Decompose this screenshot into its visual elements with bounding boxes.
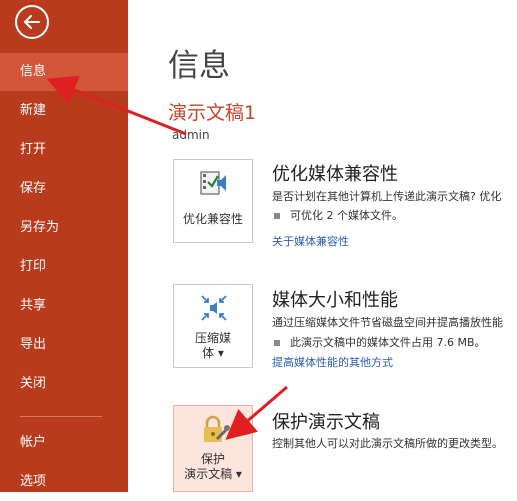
nav-item-export[interactable]: 导出 [0, 326, 128, 364]
nav-item-close[interactable]: 关闭 [0, 365, 128, 403]
compat-link[interactable]: 关于媒体兼容性 [272, 233, 349, 249]
nav-item-save-as[interactable]: 另存为 [0, 209, 128, 247]
nav-item-options[interactable]: 选项 [0, 463, 128, 501]
compress-description: 通过压缩媒体文件节省磁盘空间并提高播放性能 [272, 316, 503, 329]
nav-item-share[interactable]: 共享 [0, 287, 128, 325]
compress-media-label-1: 压缩媒 [194, 331, 231, 345]
document-title: 演示文稿1 [168, 102, 257, 124]
film-speaker-icon [200, 171, 226, 195]
compress-speaker-icon [201, 295, 227, 321]
nav-item-open[interactable]: 打开 [0, 131, 128, 169]
protect-description: 控制其他人可以对此演示文稿所做的更改类型。 [272, 437, 503, 450]
nav-item-new[interactable]: 新建 [0, 92, 128, 130]
compress-media-button[interactable]: 压缩媒 体 ▾ [173, 284, 253, 368]
nav-item-account[interactable]: 帐户 [0, 424, 128, 462]
nav-item-info[interactable]: 信息 [0, 53, 128, 91]
lock-key-icon [204, 415, 230, 442]
nav-item-print[interactable]: 打印 [0, 248, 128, 286]
protect-heading: 保护演示文稿 [272, 412, 380, 433]
compat-heading: 优化媒体兼容性 [272, 164, 398, 185]
protect-label-2: 演示文稿 ▾ [184, 467, 242, 481]
backstage-sidebar: 信息 新建 打开 保存 另存为 打印 共享 导出 关闭 帐户 选项 [0, 0, 128, 492]
compat-description: 是否计划在其他计算机上传递此演示文稿? 优化 [272, 190, 502, 203]
nav-item-save[interactable]: 保存 [0, 170, 128, 208]
compress-heading: 媒体大小和性能 [272, 290, 398, 311]
document-author: admin [172, 128, 210, 142]
compress-link[interactable]: 提高媒体性能的其他方式 [272, 354, 393, 370]
protect-presentation-button[interactable]: 保护 演示文稿 ▾ [173, 405, 253, 492]
compress-media-label-2: 体 ▾ [202, 346, 224, 360]
optimize-compatibility-label: 优化兼容性 [182, 212, 243, 226]
nav-divider [20, 416, 102, 417]
back-button[interactable] [15, 5, 49, 39]
compat-bullet: 可优化 2 个媒体文件。 [274, 207, 403, 223]
optimize-compatibility-button[interactable]: 优化兼容性 [173, 159, 253, 243]
back-arrow-icon [24, 15, 40, 29]
page-title: 信息 [168, 48, 230, 84]
compress-bullet: 此演示文稿中的媒体文件占用 7.6 MB。 [274, 334, 486, 350]
protect-label-1: 保护 [200, 452, 225, 466]
